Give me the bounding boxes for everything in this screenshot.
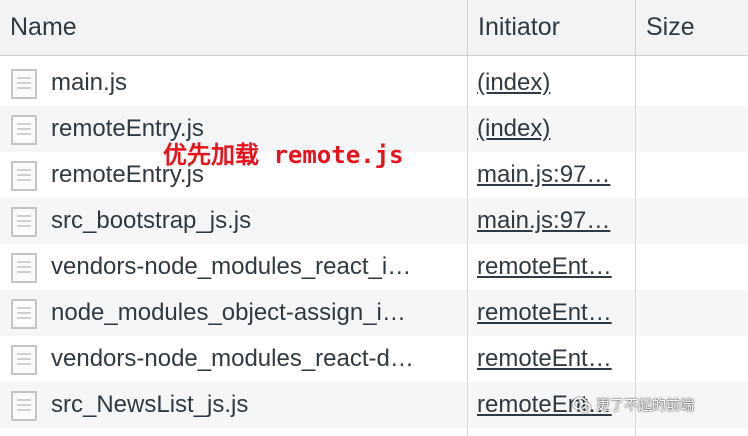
watermark: 更了不起的前端 xyxy=(572,393,694,417)
document-icon xyxy=(11,299,37,329)
document-icon xyxy=(11,253,37,283)
request-name: src_NewsList_js.js xyxy=(51,391,249,418)
request-name: vendors-node_modules_react-d… xyxy=(51,345,414,372)
request-size xyxy=(645,290,740,336)
document-icon xyxy=(11,345,37,375)
red-annotation-text: 优先加载 remote.js xyxy=(163,141,404,169)
initiator-link[interactable]: remoteEnt… xyxy=(477,244,627,290)
request-size xyxy=(645,106,740,152)
initiator-link[interactable]: remoteEnt… xyxy=(477,336,627,382)
request-name: node_modules_object-assign_i… xyxy=(51,299,406,326)
request-size xyxy=(645,60,740,106)
request-size xyxy=(645,336,740,382)
wechat-icon xyxy=(572,397,591,413)
column-header-size[interactable]: Size xyxy=(635,0,748,56)
table-header-row: Name Initiator Size xyxy=(0,0,748,56)
column-header-initiator[interactable]: Initiator xyxy=(467,0,635,56)
initiator-link[interactable]: main.js:97… xyxy=(477,198,627,244)
document-icon xyxy=(11,161,37,191)
column-divider[interactable] xyxy=(635,56,636,436)
request-size xyxy=(645,198,740,244)
watermark-text: 更了不起的前端 xyxy=(596,398,694,414)
request-name: src_bootstrap_js.js xyxy=(51,207,252,234)
request-size xyxy=(645,152,740,198)
document-icon xyxy=(11,115,37,145)
initiator-link[interactable]: (index) xyxy=(477,106,627,152)
document-icon xyxy=(11,207,37,237)
request-name: main.js xyxy=(51,69,128,96)
initiator-link[interactable]: (index) xyxy=(477,60,627,106)
document-icon xyxy=(11,69,37,99)
network-request-table: Name Initiator Size main.js (index) remo… xyxy=(0,0,748,436)
column-header-name[interactable]: Name xyxy=(0,0,467,56)
document-icon xyxy=(11,391,37,421)
initiator-link[interactable]: main.js:97… xyxy=(477,152,627,198)
initiator-link[interactable]: remoteEnt… xyxy=(477,290,627,336)
column-divider[interactable] xyxy=(467,56,468,436)
request-size xyxy=(645,244,740,290)
request-name: vendors-node_modules_react_i… xyxy=(51,253,412,280)
